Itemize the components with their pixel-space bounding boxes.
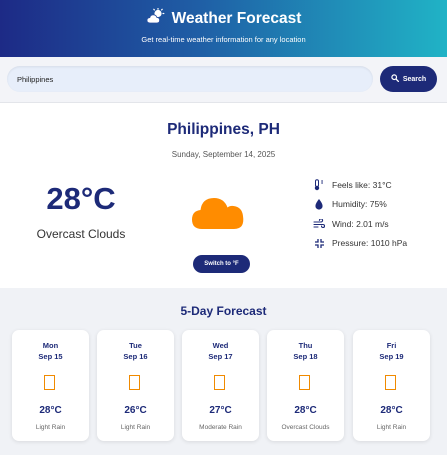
forecast-day: Thu [298,341,313,350]
forecast-card: Mon Sep 15 28°C Light Rain [12,330,89,441]
missing-glyph-icon [299,375,310,390]
location-title: Philippines, PH [167,121,280,138]
search-icon [391,74,399,84]
app-title: Weather Forecast [171,9,302,27]
pressure-row: Pressure: 1010 hPa [312,234,407,254]
wind-row: Wind: 2.01 m/s [312,214,407,234]
forecast-day: Fri [386,341,397,350]
forecast-temp: 26°C [124,405,147,416]
forecast-date: Sep 17 [208,352,233,361]
app-subtitle: Get real-time weather information for an… [141,35,306,44]
search-button-label: Search [402,75,427,83]
forecast-temp: 28°C [39,405,62,416]
feels-like-text: Feels like: 31°C [332,179,392,190]
header-title-row: Weather Forecast [0,7,447,29]
current-weather-panel: Philippines, PH Sunday, September 14, 20… [0,102,447,288]
forecast-card: Thu Sep 18 28°C Overcast Clouds [267,330,344,441]
forecast-date: Sep 19 [379,352,404,361]
search-input[interactable] [7,66,373,92]
forecast-day: Mon [42,341,59,350]
humidity-row: Humidity: 75% [312,195,407,215]
pressure-text: Pressure: 1010 hPa [332,238,408,249]
forecast-temp: 27°C [209,405,232,416]
humidity-text: Humidity: 75% [332,199,387,210]
wind-icon [312,218,326,230]
forecast-date: Sep 16 [123,352,148,361]
app-header: Weather Forecast Get real-time weather i… [0,0,447,57]
search-bar: Search [0,57,447,102]
forecast-desc: Light Rain [120,424,151,431]
unit-toggle-button[interactable]: Switch to °F [193,255,250,273]
cloud-icon [190,189,246,238]
thermometer-icon [312,179,326,191]
forecast-desc: Light Rain [35,424,66,431]
wind-text: Wind: 2.01 m/s [332,218,389,229]
compress-icon [312,237,326,249]
forecast-title: 5-Day Forecast [180,304,267,318]
missing-glyph-icon [129,375,140,390]
current-date: Sunday, September 14, 2025 [171,150,276,159]
search-button[interactable]: Search [380,66,437,92]
forecast-date: Sep 18 [293,352,318,361]
droplet-icon [312,198,326,210]
weather-details: Feels like: 31°C Humidity: 75% Wind: 2.0… [312,175,407,253]
current-temperature: 28°C [46,181,116,216]
forecast-temp: 28°C [294,405,317,416]
forecast-desc: Overcast Clouds [281,424,330,431]
missing-glyph-icon [385,375,396,390]
feels-like-row: Feels like: 31°C [312,175,407,195]
forecast-date: Sep 15 [38,352,63,361]
forecast-day: Tue [129,341,142,350]
missing-glyph-icon [44,375,55,390]
forecast-day: Wed [212,341,229,350]
forecast-card: Fri Sep 19 28°C Light Rain [353,330,430,441]
forecast-card: Wed Sep 17 27°C Moderate Rain [182,330,259,441]
forecast-desc: Light Rain [376,424,407,431]
forecast-desc: Moderate Rain [199,424,242,431]
forecast-card: Tue Sep 16 26°C Light Rain [97,330,174,441]
current-condition: Overcast Clouds [36,227,126,241]
missing-glyph-icon [214,375,225,390]
cloud-sun-icon [146,7,166,29]
forecast-temp: 28°C [380,405,403,416]
